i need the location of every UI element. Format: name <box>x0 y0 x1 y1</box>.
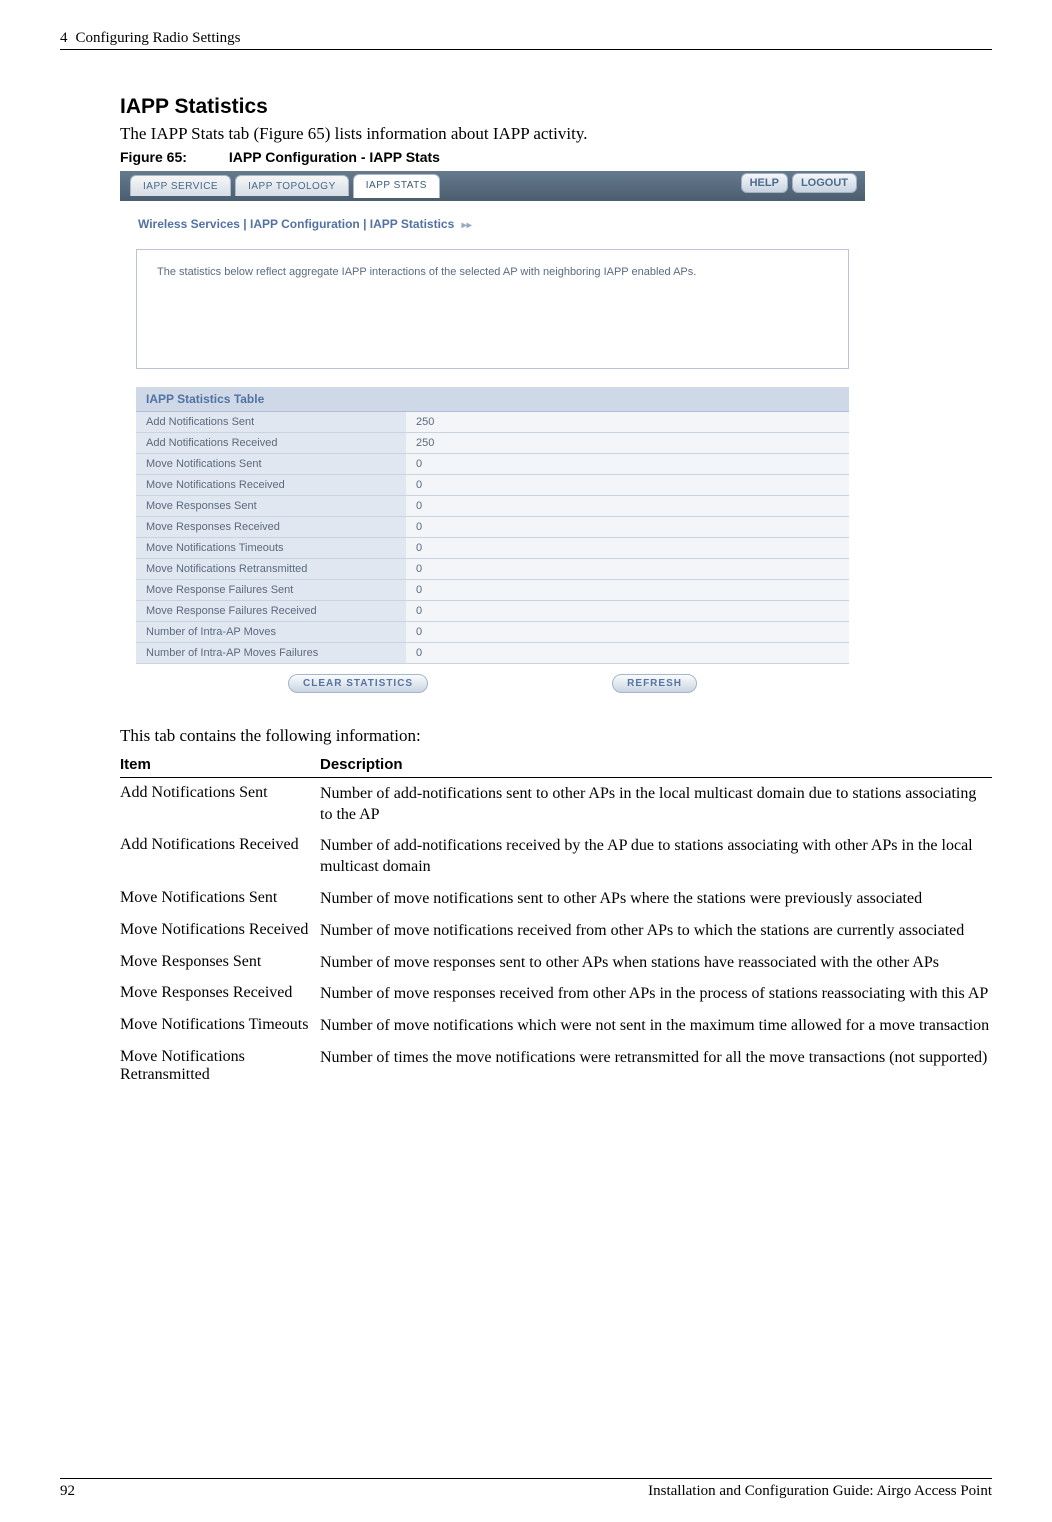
desc-row: Move Responses SentNumber of move respon… <box>120 953 992 974</box>
desc-item: Add Notifications Received <box>120 836 320 878</box>
desc-text: Number of move notifications sent to oth… <box>320 889 992 910</box>
table-row: Add Notifications Sent250 <box>136 412 849 433</box>
refresh-button[interactable]: REFRESH <box>612 674 697 693</box>
stat-value: 250 <box>406 412 849 433</box>
breadcrumb-text: Wireless Services | IAPP Configuration |… <box>138 217 454 231</box>
stats-table-body: Add Notifications Sent250 Add Notificati… <box>136 412 849 664</box>
header-description: Description <box>320 756 403 773</box>
help-button[interactable]: HELP <box>741 173 788 193</box>
stat-label: Move Response Failures Received <box>136 600 406 621</box>
stat-label: Number of Intra-AP Moves <box>136 621 406 642</box>
desc-text: Number of move responses sent to other A… <box>320 953 992 974</box>
desc-row: Add Notifications SentNumber of add-noti… <box>120 784 992 826</box>
stat-label: Move Response Failures Sent <box>136 579 406 600</box>
desc-item: Add Notifications Sent <box>120 784 320 826</box>
stat-value: 0 <box>406 579 849 600</box>
stats-table: IAPP Statistics Table Add Notifications … <box>136 387 849 693</box>
desc-item: Move Responses Received <box>120 984 320 1005</box>
stat-label: Number of Intra-AP Moves Failures <box>136 642 406 663</box>
page-footer: 92 Installation and Configuration Guide:… <box>60 1478 992 1500</box>
screenshot-iapp-stats: IAPP SERVICE IAPP TOPOLOGY IAPP STATS HE… <box>120 171 865 705</box>
stat-value: 250 <box>406 432 849 453</box>
stat-value: 0 <box>406 516 849 537</box>
desc-text: Number of move notifications which were … <box>320 1016 992 1037</box>
table-row: Move Notifications Retransmitted0 <box>136 558 849 579</box>
stat-value: 0 <box>406 537 849 558</box>
stats-table-title: IAPP Statistics Table <box>136 387 849 412</box>
stat-label: Add Notifications Sent <box>136 412 406 433</box>
desc-row: Move Notifications TimeoutsNumber of mov… <box>120 1016 992 1037</box>
desc-text: Number of move notifications received fr… <box>320 921 992 942</box>
stat-label: Move Notifications Timeouts <box>136 537 406 558</box>
description-table: Item Description Add Notifications SentN… <box>120 756 992 1084</box>
desc-item: Move Notifications Timeouts <box>120 1016 320 1037</box>
table-row: Move Notifications Received0 <box>136 474 849 495</box>
info-box: The statistics below reflect aggregate I… <box>136 249 849 369</box>
chapter-title: Configuring Radio Settings <box>76 30 241 47</box>
description-table-header: Item Description <box>120 756 992 778</box>
stat-label: Move Notifications Retransmitted <box>136 558 406 579</box>
figure-caption: Figure 65: IAPP Configuration - IAPP Sta… <box>120 149 992 165</box>
desc-text: Number of times the move notifications w… <box>320 1048 992 1084</box>
table-row: Move Notifications Timeouts0 <box>136 537 849 558</box>
stat-label: Move Notifications Received <box>136 474 406 495</box>
table-row: Move Responses Sent0 <box>136 495 849 516</box>
stat-value: 0 <box>406 453 849 474</box>
desc-row: Move Responses ReceivedNumber of move re… <box>120 984 992 1005</box>
desc-item: Move Notifications Sent <box>120 889 320 910</box>
tab-iapp-service[interactable]: IAPP SERVICE <box>130 175 231 196</box>
figure-number: Figure 65: <box>120 149 225 165</box>
logout-button[interactable]: LOGOUT <box>792 173 857 193</box>
desc-text: Number of move responses received from o… <box>320 984 992 1005</box>
page-header: 4 Configuring Radio Settings <box>60 30 992 50</box>
desc-row: Add Notifications ReceivedNumber of add-… <box>120 836 992 878</box>
desc-row: Move Notifications SentNumber of move no… <box>120 889 992 910</box>
table-row: Number of Intra-AP Moves0 <box>136 621 849 642</box>
table-row: Number of Intra-AP Moves Failures0 <box>136 642 849 663</box>
stat-value: 0 <box>406 642 849 663</box>
button-row: CLEAR STATISTICS REFRESH <box>136 664 849 693</box>
header-item: Item <box>120 756 320 773</box>
desc-item: Move Notifications Retransmitted <box>120 1048 320 1084</box>
stat-label: Move Responses Sent <box>136 495 406 516</box>
breadcrumb-arrow-icon: ▸▸ <box>462 220 472 231</box>
stat-label: Move Notifications Sent <box>136 453 406 474</box>
table-row: Move Responses Received0 <box>136 516 849 537</box>
table-row: Add Notifications Received250 <box>136 432 849 453</box>
top-buttons: HELP LOGOUT <box>741 173 857 193</box>
stat-value: 0 <box>406 495 849 516</box>
stat-value: 0 <box>406 474 849 495</box>
section-title: IAPP Statistics <box>120 95 992 119</box>
stat-label: Add Notifications Received <box>136 432 406 453</box>
tabs-row: IAPP SERVICE IAPP TOPOLOGY IAPP STATS HE… <box>120 171 865 201</box>
tab-iapp-stats[interactable]: IAPP STATS <box>353 174 440 198</box>
after-figure-text: This tab contains the following informat… <box>120 725 992 748</box>
breadcrumb: Wireless Services | IAPP Configuration |… <box>120 211 865 241</box>
stat-value: 0 <box>406 558 849 579</box>
desc-row: Move Notifications ReceivedNumber of mov… <box>120 921 992 942</box>
stat-value: 0 <box>406 621 849 642</box>
table-row: Move Response Failures Sent0 <box>136 579 849 600</box>
table-row: Move Response Failures Received0 <box>136 600 849 621</box>
chapter-number: 4 <box>60 30 68 47</box>
desc-text: Number of add-notifications received by … <box>320 836 992 878</box>
table-row: Move Notifications Sent0 <box>136 453 849 474</box>
desc-item: Move Notifications Received <box>120 921 320 942</box>
stat-label: Move Responses Received <box>136 516 406 537</box>
info-box-text: The statistics below reflect aggregate I… <box>157 264 828 281</box>
figure-title: IAPP Configuration - IAPP Stats <box>229 149 440 165</box>
stat-value: 0 <box>406 600 849 621</box>
clear-statistics-button[interactable]: CLEAR STATISTICS <box>288 674 428 693</box>
tab-iapp-topology[interactable]: IAPP TOPOLOGY <box>235 175 349 196</box>
desc-item: Move Responses Sent <box>120 953 320 974</box>
section-intro: The IAPP Stats tab (Figure 65) lists inf… <box>120 123 992 146</box>
desc-text: Number of add-notifications sent to othe… <box>320 784 992 826</box>
desc-row: Move Notifications RetransmittedNumber o… <box>120 1048 992 1084</box>
